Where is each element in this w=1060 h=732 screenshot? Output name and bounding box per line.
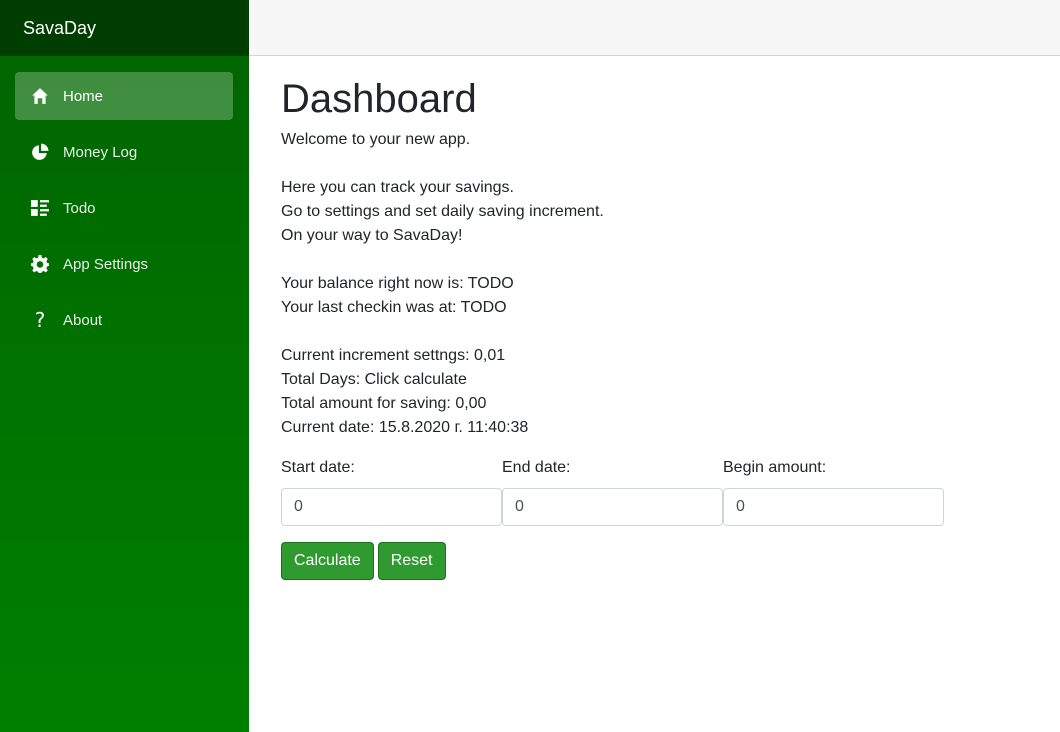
intro-line: Go to settings and set daily saving incr… [281,203,604,220]
form-buttons: Calculate Reset [281,542,1041,580]
reset-button[interactable]: Reset [377,542,446,580]
start-date-label: Start date: [281,459,355,476]
current-date-text: Current date: 15.8.2020 г. 11:40:38 [281,419,529,436]
calculate-button[interactable]: Calculate [281,542,374,580]
sidebar-item-label: Home [63,87,104,105]
intro-line: On your way to SavaDay! [281,227,463,244]
start-date-input[interactable] [281,488,502,526]
sidebar-item-label: Todo [63,199,96,217]
main-content: Dashboard Welcome to your new app. Here … [281,76,1041,580]
intro-line: Here you can track your savings. [281,179,514,196]
sidebar-item-label: Money Log [63,143,138,161]
top-bar [249,0,1060,56]
home-icon [31,87,49,105]
list-icon [31,199,49,217]
increment-text: Current increment settngs: 0,01 [281,347,506,364]
welcome-text: Welcome to your new app. [281,131,471,148]
sidebar-item-about[interactable]: ? About [15,296,233,344]
balance-text: Your balance right now is: TODO [281,275,514,292]
total-days-text: Total Days: Click calculate [281,371,467,388]
sidebar-item-todo[interactable]: Todo [15,184,233,232]
sidebar-item-label: About [63,311,103,329]
end-date-input[interactable] [502,488,723,526]
total-amount-text: Total amount for saving: 0,00 [281,395,487,412]
sidebar-item-app-settings[interactable]: App Settings [15,240,233,288]
sidebar-item-money-log[interactable]: Money Log [15,128,233,176]
end-date-label: End date: [502,459,571,476]
pie-chart-icon [31,143,49,161]
sidebar-nav: Home Money Log Todo App Settings ? About [0,56,249,344]
page-title: Dashboard [281,77,477,121]
sidebar-item-label: App Settings [63,255,149,273]
question-icon: ? [34,308,46,332]
brand-title[interactable]: SavaDay [0,0,249,56]
gear-icon [31,255,49,273]
sidebar-item-home[interactable]: Home [15,72,233,120]
last-checkin-text: Your last checkin was at: TODO [281,299,507,316]
calculation-form: Start date: End date: Begin amount: [281,456,1041,526]
begin-amount-label: Begin amount: [723,459,827,476]
begin-amount-input[interactable] [723,488,944,526]
sidebar: SavaDay Home Money Log Todo App Settings [0,0,249,732]
